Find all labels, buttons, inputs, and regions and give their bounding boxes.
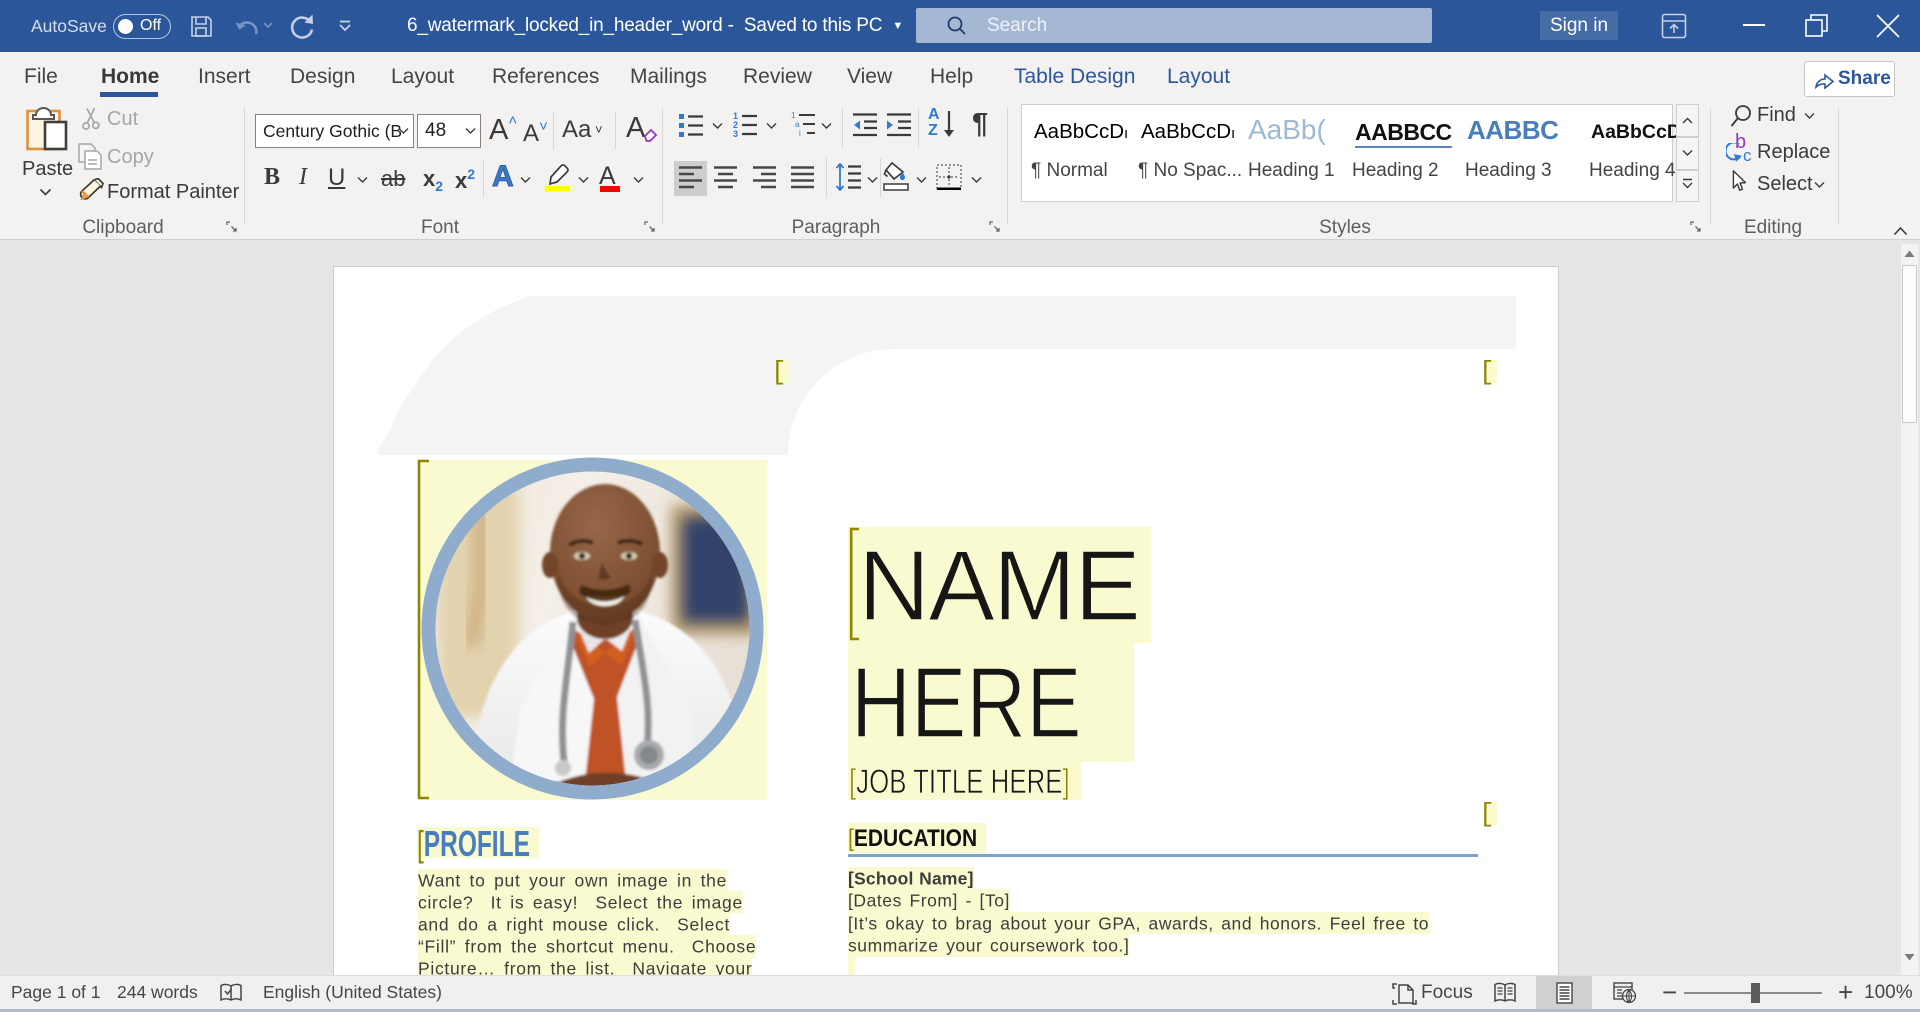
svg-text:a: a bbox=[795, 120, 800, 129]
svg-text:1: 1 bbox=[791, 111, 796, 120]
svg-text:i: i bbox=[799, 129, 801, 138]
svg-text:3: 3 bbox=[733, 129, 738, 138]
